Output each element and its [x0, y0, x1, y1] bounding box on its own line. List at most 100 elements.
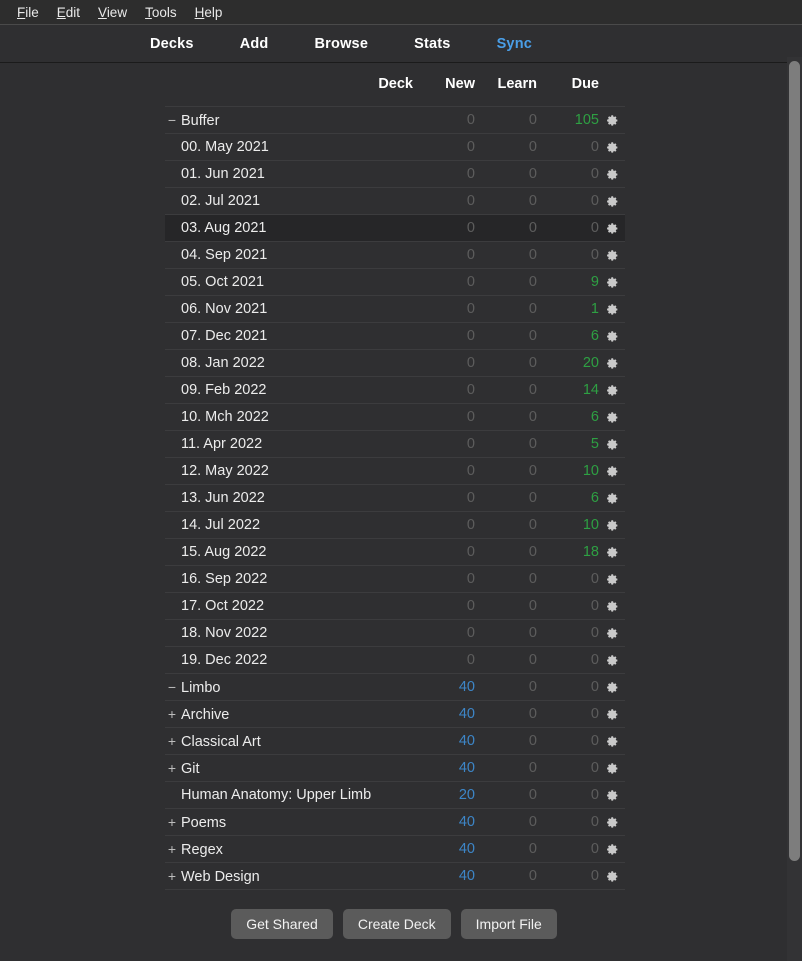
deck-name[interactable]: 19. Dec 2022 [181, 652, 267, 668]
deck-row[interactable]: 03. Aug 2021 0 0 0 [165, 214, 625, 242]
deck-name[interactable]: 09. Feb 2022 [181, 382, 266, 398]
deck-row[interactable]: 00. May 2021 0 0 0 [165, 133, 625, 161]
menu-item-tools[interactable]: Tools [136, 3, 186, 22]
deck-options-cell[interactable] [599, 458, 625, 485]
gear-icon[interactable] [606, 870, 619, 883]
deck-options-cell[interactable] [599, 269, 625, 296]
deck-name-cell[interactable]: 02. Jul 2021 [165, 188, 413, 215]
menu-item-help[interactable]: Help [186, 3, 232, 22]
deck-name[interactable]: 16. Sep 2022 [181, 571, 267, 587]
deck-row[interactable]: 15. Aug 2022 0 0 18 [165, 538, 625, 566]
deck-name[interactable]: 17. Oct 2022 [181, 598, 264, 614]
column-header-learn[interactable]: Learn [475, 64, 538, 107]
deck-options-cell[interactable] [599, 431, 625, 458]
deck-name-cell[interactable]: − Limbo [165, 674, 413, 701]
get-shared-button[interactable]: Get Shared [231, 909, 333, 939]
deck-row[interactable]: 06. Nov 2021 0 0 1 [165, 295, 625, 323]
deck-options-cell[interactable] [599, 566, 625, 593]
gear-icon[interactable] [606, 114, 619, 127]
deck-row[interactable]: 08. Jan 2022 0 0 20 [165, 349, 625, 377]
deck-name[interactable]: 02. Jul 2021 [181, 193, 260, 209]
deck-name-cell[interactable]: 17. Oct 2022 [165, 593, 413, 620]
deck-name-cell[interactable]: 14. Jul 2022 [165, 512, 413, 539]
nav-link-add[interactable]: Add [240, 36, 269, 52]
expand-toggle-icon[interactable]: + [165, 760, 179, 776]
expand-toggle-icon[interactable]: + [165, 733, 179, 749]
deck-options-cell[interactable] [599, 620, 625, 647]
column-header-deck[interactable]: Deck [165, 64, 413, 107]
gear-icon[interactable] [606, 222, 619, 235]
deck-options-cell[interactable] [599, 134, 625, 161]
gear-icon[interactable] [606, 384, 619, 397]
deck-name-cell[interactable]: 19. Dec 2022 [165, 647, 413, 674]
deck-name-cell[interactable]: + Poems [165, 809, 413, 836]
deck-row[interactable]: + Poems 40 0 0 [165, 808, 625, 836]
gear-icon[interactable] [606, 492, 619, 505]
deck-name-cell[interactable]: 18. Nov 2022 [165, 620, 413, 647]
gear-icon[interactable] [606, 843, 619, 856]
deck-name[interactable]: 07. Dec 2021 [181, 328, 267, 344]
deck-name[interactable]: 15. Aug 2022 [181, 544, 266, 560]
deck-row[interactable]: 12. May 2022 0 0 10 [165, 457, 625, 485]
gear-icon[interactable] [606, 708, 619, 721]
deck-row[interactable]: 13. Jun 2022 0 0 6 [165, 484, 625, 512]
deck-options-cell[interactable] [599, 512, 625, 539]
nav-link-decks[interactable]: Decks [150, 36, 194, 52]
deck-name-cell[interactable]: 11. Apr 2022 [165, 431, 413, 458]
deck-name[interactable]: Archive [181, 707, 229, 723]
deck-row[interactable]: + Git 40 0 0 [165, 754, 625, 782]
gear-icon[interactable] [606, 276, 619, 289]
nav-link-stats[interactable]: Stats [414, 36, 450, 52]
deck-row[interactable]: − Buffer 0 0 105 [165, 106, 625, 134]
gear-icon[interactable] [606, 330, 619, 343]
deck-name-cell[interactable]: 05. Oct 2021 [165, 269, 413, 296]
deck-options-cell[interactable] [599, 755, 625, 782]
gear-icon[interactable] [606, 303, 619, 316]
deck-name[interactable]: 01. Jun 2021 [181, 166, 265, 182]
deck-row[interactable]: 16. Sep 2022 0 0 0 [165, 565, 625, 593]
deck-options-cell[interactable] [599, 107, 625, 134]
gear-icon[interactable] [606, 600, 619, 613]
deck-options-cell[interactable] [599, 836, 625, 863]
deck-options-cell[interactable] [599, 188, 625, 215]
deck-name[interactable]: 05. Oct 2021 [181, 274, 264, 290]
deck-options-cell[interactable] [599, 809, 625, 836]
gear-icon[interactable] [606, 141, 619, 154]
nav-link-browse[interactable]: Browse [315, 36, 369, 52]
deck-name-cell[interactable]: 07. Dec 2021 [165, 323, 413, 350]
deck-name-cell[interactable]: 13. Jun 2022 [165, 485, 413, 512]
deck-row[interactable]: Human Anatomy: Upper Limb 20 0 0 [165, 781, 625, 809]
deck-options-cell[interactable] [599, 215, 625, 242]
deck-name-cell[interactable]: 06. Nov 2021 [165, 296, 413, 323]
deck-name[interactable]: 18. Nov 2022 [181, 625, 267, 641]
menu-item-edit[interactable]: Edit [48, 3, 89, 22]
deck-options-cell[interactable] [599, 161, 625, 188]
deck-name-cell[interactable]: + Regex [165, 836, 413, 863]
deck-options-cell[interactable] [599, 782, 625, 809]
vertical-scrollbar-thumb[interactable] [789, 61, 800, 861]
gear-icon[interactable] [606, 681, 619, 694]
deck-name[interactable]: Human Anatomy: Upper Limb [181, 787, 371, 803]
deck-options-cell[interactable] [599, 350, 625, 377]
deck-name[interactable]: 13. Jun 2022 [181, 490, 265, 506]
nav-link-sync[interactable]: Sync [497, 36, 532, 52]
deck-row[interactable]: − Limbo 40 0 0 [165, 673, 625, 701]
gear-icon[interactable] [606, 762, 619, 775]
deck-name-cell[interactable]: + Git [165, 755, 413, 782]
deck-name[interactable]: 11. Apr 2022 [181, 436, 262, 452]
deck-options-cell[interactable] [599, 296, 625, 323]
deck-row[interactable]: 05. Oct 2021 0 0 9 [165, 268, 625, 296]
deck-name-cell[interactable]: 03. Aug 2021 [165, 215, 413, 242]
deck-options-cell[interactable] [599, 701, 625, 728]
deck-row[interactable]: + Archive 40 0 0 [165, 700, 625, 728]
deck-name-cell[interactable]: 15. Aug 2022 [165, 539, 413, 566]
deck-row[interactable]: 19. Dec 2022 0 0 0 [165, 646, 625, 674]
expand-toggle-icon[interactable]: + [165, 814, 179, 830]
import-file-button[interactable]: Import File [460, 909, 557, 939]
deck-name-cell[interactable]: 04. Sep 2021 [165, 242, 413, 269]
gear-icon[interactable] [606, 573, 619, 586]
deck-row[interactable]: 09. Feb 2022 0 0 14 [165, 376, 625, 404]
deck-name-cell[interactable]: 12. May 2022 [165, 458, 413, 485]
gear-icon[interactable] [606, 411, 619, 424]
deck-options-cell[interactable] [599, 377, 625, 404]
